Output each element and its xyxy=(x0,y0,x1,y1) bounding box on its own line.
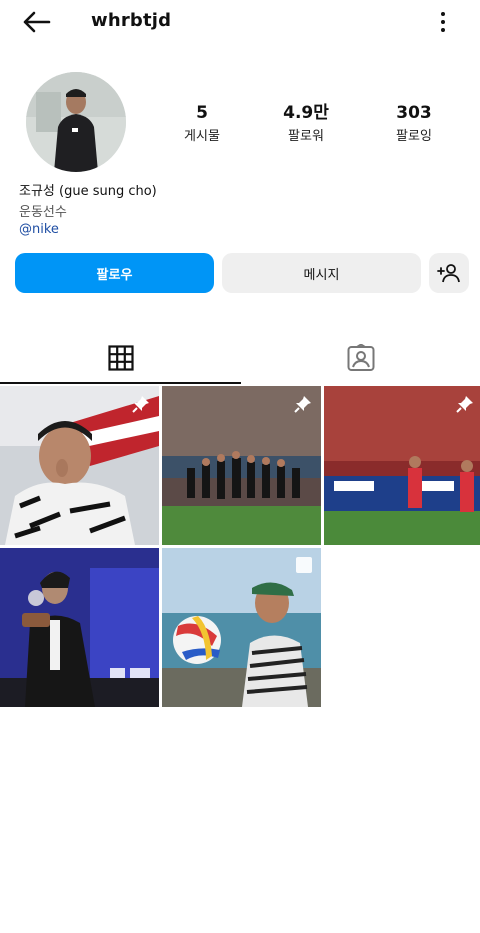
tab-tagged[interactable] xyxy=(241,333,480,383)
profile-tabs xyxy=(0,333,480,385)
followers-count: 4.9만 xyxy=(283,103,329,123)
profile-category: 운동선수 xyxy=(19,205,67,220)
profile-tag-link[interactable]: @nike xyxy=(19,222,59,237)
stat-posts[interactable]: 5 게시물 xyxy=(157,102,247,146)
add-person-icon xyxy=(437,264,460,283)
pin-icon xyxy=(294,396,311,413)
tab-posts-grid[interactable] xyxy=(0,333,241,383)
back-button[interactable] xyxy=(18,8,54,36)
post-thumbnail[interactable] xyxy=(162,386,321,545)
avatar[interactable] xyxy=(26,72,126,172)
add-user-button[interactable] xyxy=(429,253,469,293)
arrow-left-icon xyxy=(23,11,51,33)
top-bar: whrbtjd xyxy=(0,0,480,44)
grid-icon xyxy=(107,345,134,371)
stat-followers[interactable]: 4.9만 팔로워 xyxy=(261,102,351,146)
avatar-photo xyxy=(26,72,126,172)
tagged-person-icon xyxy=(347,344,374,371)
pin-icon xyxy=(132,396,149,413)
more-vertical-icon xyxy=(441,12,445,16)
following-label: 팔로잉 xyxy=(396,129,432,144)
multiple-images-icon xyxy=(296,557,312,573)
profile-full-name: 조규성 (gue sung cho) xyxy=(19,184,157,199)
active-tab-indicator xyxy=(0,382,241,384)
post-thumbnail[interactable] xyxy=(0,386,159,545)
follow-button[interactable]: 팔로우 xyxy=(15,253,214,293)
posts-label: 게시물 xyxy=(184,129,220,144)
post-image xyxy=(0,548,159,707)
pin-icon xyxy=(456,396,473,413)
post-thumbnail[interactable] xyxy=(162,548,321,707)
more-options-button[interactable] xyxy=(432,8,454,36)
post-thumbnail[interactable] xyxy=(0,548,159,707)
posts-count: 5 xyxy=(196,103,208,123)
message-button[interactable]: 메시지 xyxy=(222,253,421,293)
following-count: 303 xyxy=(396,103,432,123)
profile-username: whrbtjd xyxy=(91,10,172,31)
post-thumbnail[interactable] xyxy=(324,386,480,545)
followers-label: 팔로워 xyxy=(288,129,324,144)
stat-following[interactable]: 303 팔로잉 xyxy=(369,102,459,146)
